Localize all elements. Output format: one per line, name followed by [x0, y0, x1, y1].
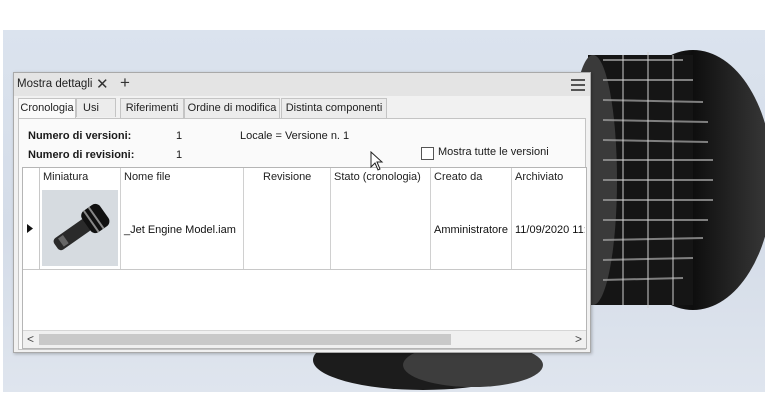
- hamburger-menu-icon[interactable]: [571, 79, 585, 94]
- header-archiviato[interactable]: Archiviato: [515, 168, 563, 187]
- header-miniatura[interactable]: Miniatura: [43, 168, 88, 187]
- versions-value: 1: [176, 130, 183, 142]
- tab-ordine-di-modifica[interactable]: Ordine di modifica: [184, 98, 280, 118]
- history-table: Miniatura Nome file Revisione Stato (cro…: [22, 167, 587, 349]
- tab-riferimenti[interactable]: Riferimenti: [120, 98, 184, 118]
- scroll-left-icon[interactable]: <: [27, 332, 34, 346]
- row-divider: [23, 269, 586, 270]
- versions-label: Numero di versioni:: [28, 130, 132, 142]
- scroll-right-icon[interactable]: >: [575, 332, 582, 346]
- tab-usi[interactable]: Usi: [76, 98, 116, 117]
- current-row-arrow-icon: [27, 224, 33, 233]
- file-name-cell: _Jet Engine Model.iam: [124, 224, 236, 236]
- panel-header: Mostra dettagli ✕ +: [14, 73, 590, 96]
- archived-cell: 11/09/2020 11:: [515, 224, 585, 236]
- tab-content: Numero di versioni: 1 Locale = Versione …: [18, 118, 587, 350]
- tab-distinta-componenti[interactable]: Distinta componenti: [281, 98, 387, 118]
- show-all-versions-label: Mostra tutte le versioni: [438, 146, 549, 158]
- details-panel: Mostra dettagli ✕ + Cronologia Usi Rifer…: [13, 72, 591, 353]
- show-all-versions-checkbox[interactable]: [421, 147, 434, 160]
- mouse-cursor-icon: [370, 151, 384, 171]
- created-by-cell: Amministratore: [434, 224, 508, 236]
- add-tab-icon[interactable]: +: [120, 73, 130, 93]
- header-nome-file[interactable]: Nome file: [124, 168, 170, 187]
- horizontal-scrollbar[interactable]: < >: [23, 330, 586, 348]
- jet-engine-thumbnail: [42, 190, 118, 266]
- row-header[interactable]: [23, 168, 40, 270]
- close-icon[interactable]: ✕: [96, 75, 109, 93]
- header-revisione[interactable]: Revisione: [263, 168, 311, 187]
- locale-text: Locale = Versione n. 1: [240, 130, 350, 142]
- revisions-value: 1: [176, 149, 183, 161]
- header-creato-da[interactable]: Creato da: [434, 168, 482, 187]
- panel-title: Mostra dettagli: [17, 78, 93, 90]
- revisions-label: Numero di revisioni:: [28, 149, 135, 161]
- tab-cronologia[interactable]: Cronologia: [18, 98, 76, 119]
- scrollbar-thumb[interactable]: [39, 334, 451, 345]
